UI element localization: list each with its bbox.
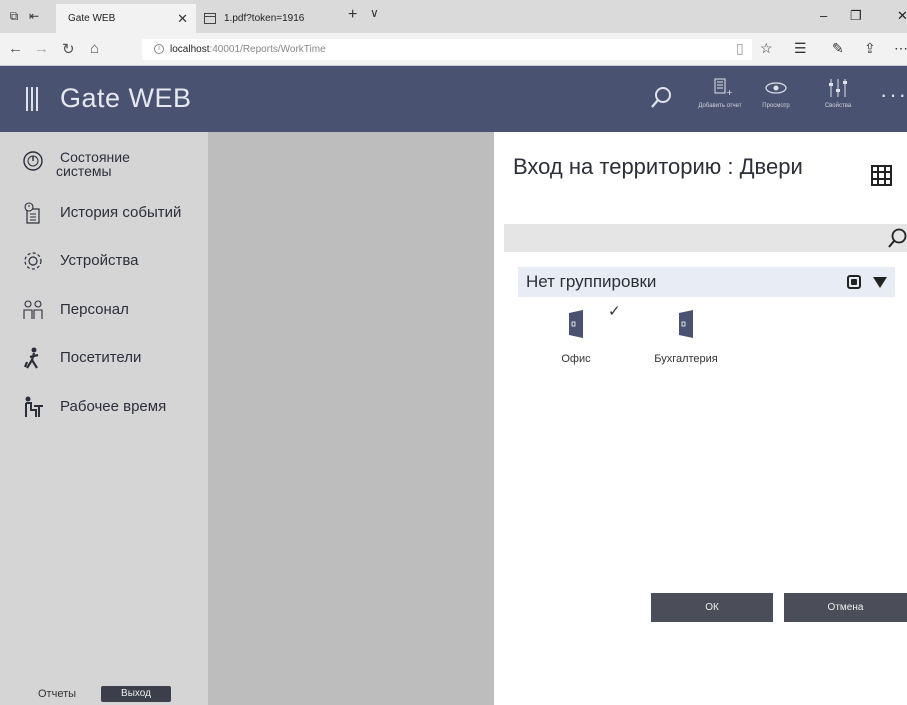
walker-icon [23, 347, 39, 369]
sidebar-item-system-state[interactable]: Состояние системы [0, 150, 208, 194]
dialog-title: Вход на территорию : Двери [513, 154, 803, 179]
app-title: Gate WEB [60, 83, 192, 113]
preview-label: Просмотр [762, 103, 790, 109]
gear-icon [24, 252, 42, 270]
door-item-office[interactable]: ✓ Офис [531, 303, 621, 380]
restore-icon[interactable]: ❐ [850, 8, 862, 24]
app-header: Gate WEB + Добавить отчет Просмотр Свойс… [0, 66, 907, 132]
checkmark-icon: ✓ [608, 303, 621, 320]
sidebar-item-event-history[interactable]: История событий [0, 202, 208, 246]
add-report-icon: + [714, 78, 733, 97]
grid-view-icon[interactable] [871, 165, 892, 186]
reading-view-icon[interactable]: ▯ [736, 40, 744, 57]
door-label: Офис [561, 353, 591, 365]
new-tab-icon[interactable]: + [348, 6, 357, 24]
search-bar [504, 224, 907, 252]
sidebar-item-devices[interactable]: Устройства [0, 250, 208, 294]
door-label: Бухгалтерия [654, 353, 718, 365]
url-field[interactable]: i localhost:40001/Reports/WorkTime [142, 39, 752, 60]
browser-tab-gate-web[interactable]: Gate WEB ✕ [56, 4, 196, 33]
label-line-1: Состояние [60, 149, 130, 165]
favorite-star-icon[interactable]: ☆ [760, 40, 773, 57]
tab-stack-icon[interactable]: ⧉ [6, 8, 22, 24]
more-icon[interactable]: ··· [880, 82, 907, 108]
sidebar-item-label: История событий [60, 204, 182, 221]
browser-address-bar: ← → ↻ ⌂ i localhost:40001/Reports/WorkTim… [0, 33, 907, 66]
sidebar: Состояние системы История событий Устрой… [0, 132, 208, 705]
sidebar-item-label: Состояние системы [56, 149, 130, 178]
history-icon [24, 202, 40, 224]
people-icon [23, 300, 43, 319]
url-path: :40001/Reports/WorkTime [209, 44, 326, 55]
group-select-checkbox[interactable] [847, 275, 861, 289]
sidebar-item-label: Устройства [60, 252, 139, 269]
group-label: Нет группировки [526, 272, 657, 291]
sliders-icon [829, 79, 847, 97]
favorites-list-icon[interactable]: ☰ [794, 40, 807, 57]
close-icon[interactable]: ✕ [177, 4, 188, 33]
preview-button[interactable]: Просмотр [746, 78, 806, 122]
document-icon [204, 13, 216, 24]
more-icon[interactable]: ⋯ [894, 40, 907, 57]
door-select-dialog: Вход на территорию : Двери Нет группиров… [494, 132, 907, 705]
search-input[interactable] [504, 224, 874, 252]
svg-text:+: + [726, 88, 732, 97]
label-line-2: системы [56, 163, 112, 179]
eye-icon [765, 82, 787, 94]
sidebar-item-label: Рабочее время [60, 398, 167, 415]
minimize-icon[interactable]: – [820, 8, 827, 23]
cancel-button[interactable]: Отмена [784, 593, 907, 622]
door-icon [679, 310, 693, 338]
sidebar-item-personnel[interactable]: Персонал [0, 299, 208, 343]
refresh-icon[interactable]: ↻ [62, 40, 75, 58]
browser-tab-bar: ⧉ ⇤ Gate WEB ✕ 1.pdf?token=1916 + ∨ – ❐ … [0, 0, 907, 33]
worker-icon [25, 396, 43, 417]
search-icon[interactable] [886, 227, 907, 249]
tab-title: 1.pdf?token=1916 [224, 13, 305, 24]
ok-button[interactable]: ОК [651, 593, 773, 622]
gauge-icon [23, 151, 43, 171]
sidebar-item-visitors[interactable]: Посетители [0, 347, 208, 391]
properties-label: Свойства [824, 103, 852, 109]
door-item-accounting[interactable]: Бухгалтерия [641, 310, 731, 380]
tab-title: Gate WEB [68, 13, 116, 24]
sidebar-item-work-time[interactable]: Рабочее время [0, 396, 208, 440]
info-icon: i [154, 44, 164, 55]
pen-icon[interactable]: ✎ [832, 40, 844, 57]
share-icon[interactable]: ⇪ [864, 40, 876, 57]
exit-button[interactable]: Выход [101, 686, 171, 702]
add-report-button[interactable]: + Добавить отчет [690, 78, 750, 122]
chevron-down-icon[interactable]: ∨ [370, 6, 379, 20]
home-icon[interactable]: ⌂ [90, 40, 99, 57]
tab-back-icon[interactable]: ⇤ [26, 8, 42, 24]
browser-tab-pdf[interactable]: 1.pdf?token=1916 [198, 4, 338, 33]
forward-arrow-icon[interactable]: → [34, 40, 49, 57]
content-pane [208, 132, 494, 705]
chevron-down-icon[interactable] [873, 277, 887, 288]
group-header[interactable]: Нет группировки [518, 267, 895, 297]
menu-icon[interactable] [26, 87, 40, 111]
back-arrow-icon[interactable]: ← [8, 40, 23, 57]
add-report-label: Добавить отчет [698, 103, 742, 109]
url-host: localhost [170, 44, 210, 55]
search-icon[interactable] [650, 86, 672, 115]
sidebar-item-label: Посетители [60, 349, 142, 366]
properties-button[interactable]: Свойства [808, 78, 868, 122]
door-icon [569, 310, 583, 338]
close-window-icon[interactable]: ✕ [897, 8, 907, 24]
sidebar-item-label: Персонал [60, 301, 129, 318]
reports-link[interactable]: Отчеты [38, 688, 76, 700]
